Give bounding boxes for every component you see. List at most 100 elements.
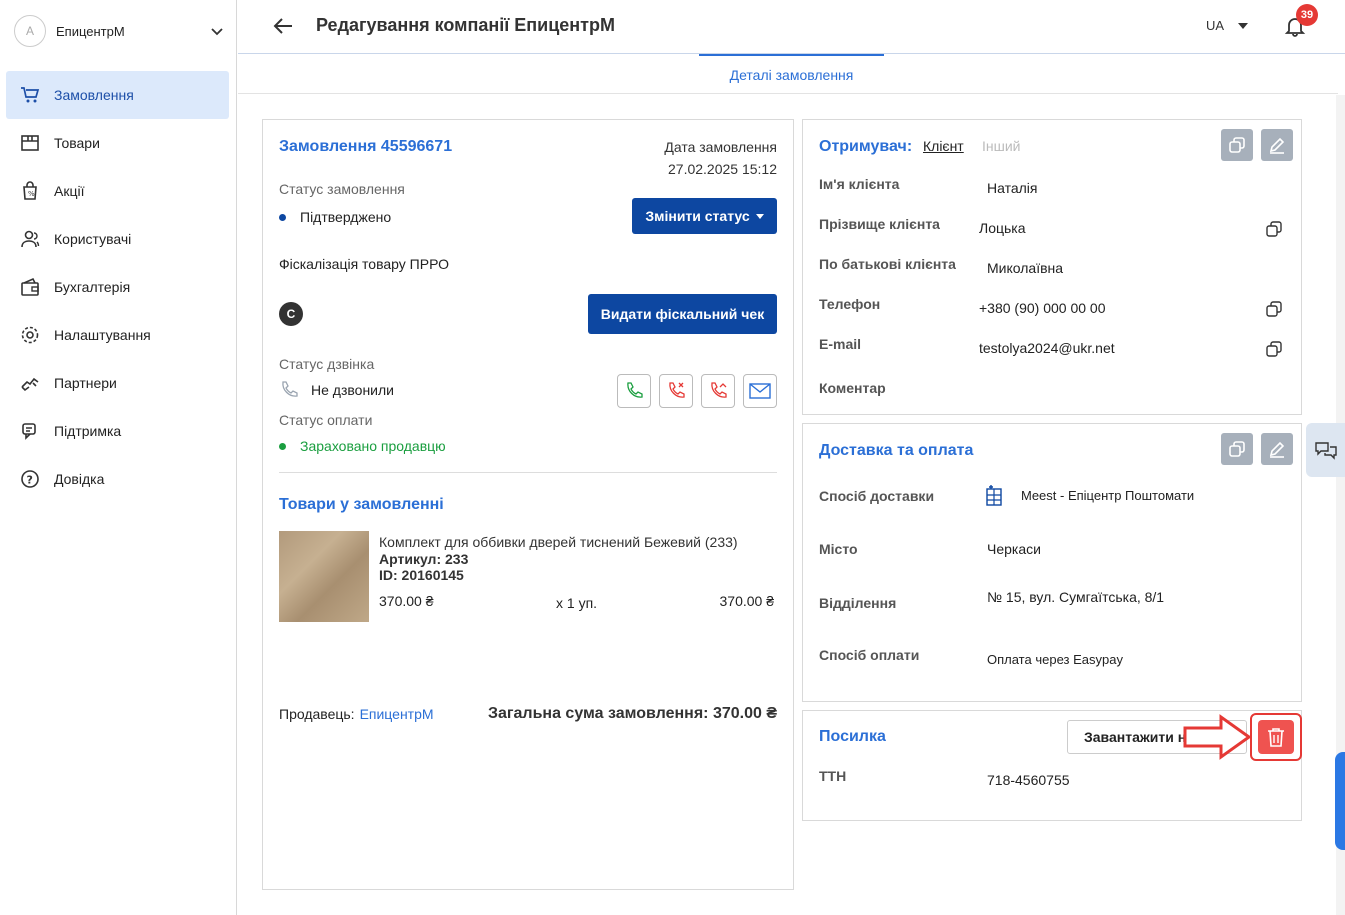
branch-label: Відділення bbox=[819, 595, 897, 611]
delivery-card: Доставка та оплата Спосіб доставки Meest… bbox=[802, 423, 1302, 702]
sidebar-item-orders[interactable]: Замовлення bbox=[6, 71, 229, 119]
sidebar-item-settings[interactable]: Налаштування bbox=[6, 311, 229, 359]
chat-bubbles-icon bbox=[1314, 442, 1337, 460]
sidebar-item-accounting[interactable]: Бухгалтерія bbox=[6, 263, 229, 311]
delivery-title: Доставка та оплата bbox=[819, 442, 974, 459]
tab-order-details[interactable]: Деталі замовлення bbox=[699, 54, 884, 94]
product-name: Комплект для оббивки дверей тиснений Беж… bbox=[379, 534, 738, 550]
copy-recipient-button[interactable] bbox=[1221, 129, 1253, 161]
edit-delivery-button[interactable] bbox=[1261, 433, 1293, 465]
last-name-value: Лоцька bbox=[979, 220, 1026, 236]
order-card: Замовлення 45596671 Дата замовлення 27.0… bbox=[262, 119, 794, 890]
call-missed-button[interactable] bbox=[701, 374, 735, 408]
last-name-label: Прізвище клієнта bbox=[819, 216, 940, 232]
city-value: Черкаси bbox=[987, 541, 1041, 557]
product-id: ID: 20160145 bbox=[379, 567, 464, 583]
order-date-value: 27.02.2025 15:12 bbox=[668, 161, 777, 177]
copy-icon bbox=[1229, 441, 1245, 457]
avatar: A bbox=[14, 15, 46, 47]
sidebar-nav: Замовлення Товари % Акції Користувачі Бу… bbox=[6, 71, 229, 503]
sidebar-item-help[interactable]: ? Довідка bbox=[6, 455, 229, 503]
change-status-label: Змінити статус bbox=[645, 208, 750, 224]
first-name-label: Ім'я клієнта bbox=[819, 176, 900, 192]
phone-declined-icon bbox=[669, 382, 685, 398]
back-arrow-icon[interactable] bbox=[272, 15, 294, 37]
phone-missed-icon bbox=[711, 382, 727, 398]
svg-text:?: ? bbox=[27, 474, 33, 487]
email-label: E-mail bbox=[819, 336, 862, 352]
divider bbox=[279, 472, 777, 473]
comment-label: Коментар bbox=[819, 380, 886, 396]
email-button[interactable] bbox=[743, 374, 777, 408]
tab-bar: Деталі замовлення bbox=[238, 54, 1338, 94]
call-button[interactable] bbox=[617, 374, 651, 408]
users-icon bbox=[20, 229, 40, 249]
phone-icon bbox=[282, 381, 298, 397]
sidebar-item-label: Довідка bbox=[54, 471, 105, 487]
goods-title: Товари у замовленні bbox=[279, 496, 444, 513]
sidebar-item-users[interactable]: Користувачі bbox=[6, 215, 229, 263]
order-status: Підтверджено bbox=[279, 209, 391, 225]
sidebar-item-label: Замовлення bbox=[54, 87, 134, 103]
change-status-button[interactable]: Змінити статус bbox=[632, 198, 777, 234]
tab-other[interactable]: Інший bbox=[982, 138, 1021, 154]
phone-label: Телефон bbox=[819, 296, 881, 312]
status-dot bbox=[279, 213, 286, 221]
red-arrow-annotation bbox=[1183, 714, 1252, 760]
chat-tab[interactable] bbox=[1306, 423, 1345, 477]
sidebar-item-products[interactable]: Товари bbox=[6, 119, 229, 167]
side-widget-handle[interactable] bbox=[1335, 752, 1345, 850]
product-price: 370.00 ₴ bbox=[379, 593, 434, 609]
sidebar-item-label: Бухгалтерія bbox=[54, 279, 131, 295]
sidebar: A ЕпицентрМ Замовлення Товари % Акції Ко… bbox=[0, 0, 237, 915]
language-selector[interactable]: UA bbox=[1206, 18, 1249, 33]
product-article: Артикул: 233 bbox=[379, 551, 469, 567]
edit-recipient-button[interactable] bbox=[1261, 129, 1293, 161]
tab-client[interactable]: Клієнт bbox=[923, 138, 964, 154]
copy-icon[interactable] bbox=[1266, 221, 1282, 237]
product-image bbox=[279, 531, 369, 622]
language-label: UA bbox=[1206, 18, 1225, 33]
fiscal-label: Фіскалізація товару ПРРО bbox=[279, 256, 450, 272]
payment-status: Зараховано продавцю bbox=[279, 438, 446, 454]
sidebar-item-partners[interactable]: Партнери bbox=[6, 359, 229, 407]
sidebar-item-label: Підтримка bbox=[54, 423, 122, 439]
chevron-down-icon[interactable] bbox=[210, 24, 224, 38]
seller-link[interactable]: ЕпицентрМ bbox=[360, 706, 434, 722]
fiscal-badge: C bbox=[279, 302, 303, 326]
cart-icon bbox=[20, 85, 40, 105]
ttn-value: 718-4560755 bbox=[987, 772, 1070, 788]
product-total: 370.00 ₴ bbox=[719, 593, 775, 609]
top-header: Редагування компанії ЕпицентрМ UA 39 bbox=[238, 0, 1345, 54]
caret-down-icon bbox=[755, 213, 764, 219]
parcel-title: Посилка bbox=[819, 728, 886, 745]
page-title: Редагування компанії ЕпицентрМ bbox=[316, 15, 615, 35]
delivery-method-value: Meest - Епіцентр Поштомати bbox=[1021, 488, 1195, 503]
copy-icon bbox=[1229, 137, 1245, 153]
sidebar-item-label: Налаштування bbox=[54, 327, 151, 343]
recipient-card: Отримувач: Клієнт Інший Ім'я клієнта Нат… bbox=[802, 119, 1302, 415]
company-name: ЕпицентрМ bbox=[56, 23, 125, 39]
gear-icon bbox=[20, 325, 40, 345]
fiscal-receipt-button[interactable]: Видати фіскальний чек bbox=[588, 294, 777, 334]
seller: Продавець: ЕпицентрМ bbox=[279, 706, 434, 722]
pencil-icon bbox=[1269, 441, 1285, 458]
email-value: testolya2024@ukr.net bbox=[979, 340, 1115, 356]
sidebar-item-promotions[interactable]: % Акції bbox=[6, 167, 229, 215]
sidebar-item-support[interactable]: Підтримка bbox=[6, 407, 229, 455]
payment-status-value: Зараховано продавцю bbox=[300, 438, 446, 454]
sidebar-item-label: Партнери bbox=[54, 375, 117, 391]
copy-icon[interactable] bbox=[1266, 341, 1282, 357]
copy-icon[interactable] bbox=[1266, 301, 1282, 317]
company-switcher[interactable]: A ЕпицентрМ bbox=[14, 14, 224, 48]
sidebar-item-label: Товари bbox=[54, 135, 100, 151]
notification-badge: 39 bbox=[1296, 4, 1318, 26]
delivery-method-label: Спосіб доставки bbox=[819, 488, 935, 504]
parcel-card: Посилка Завантажити накладну ТТН 718-456… bbox=[802, 710, 1302, 821]
order-status-label: Статус замовлення bbox=[279, 181, 405, 197]
city-label: Місто bbox=[819, 541, 858, 557]
copy-delivery-button[interactable] bbox=[1221, 433, 1253, 465]
call-declined-button[interactable] bbox=[659, 374, 693, 408]
delete-parcel-button[interactable] bbox=[1250, 713, 1302, 761]
payment-status-dot bbox=[279, 442, 286, 450]
